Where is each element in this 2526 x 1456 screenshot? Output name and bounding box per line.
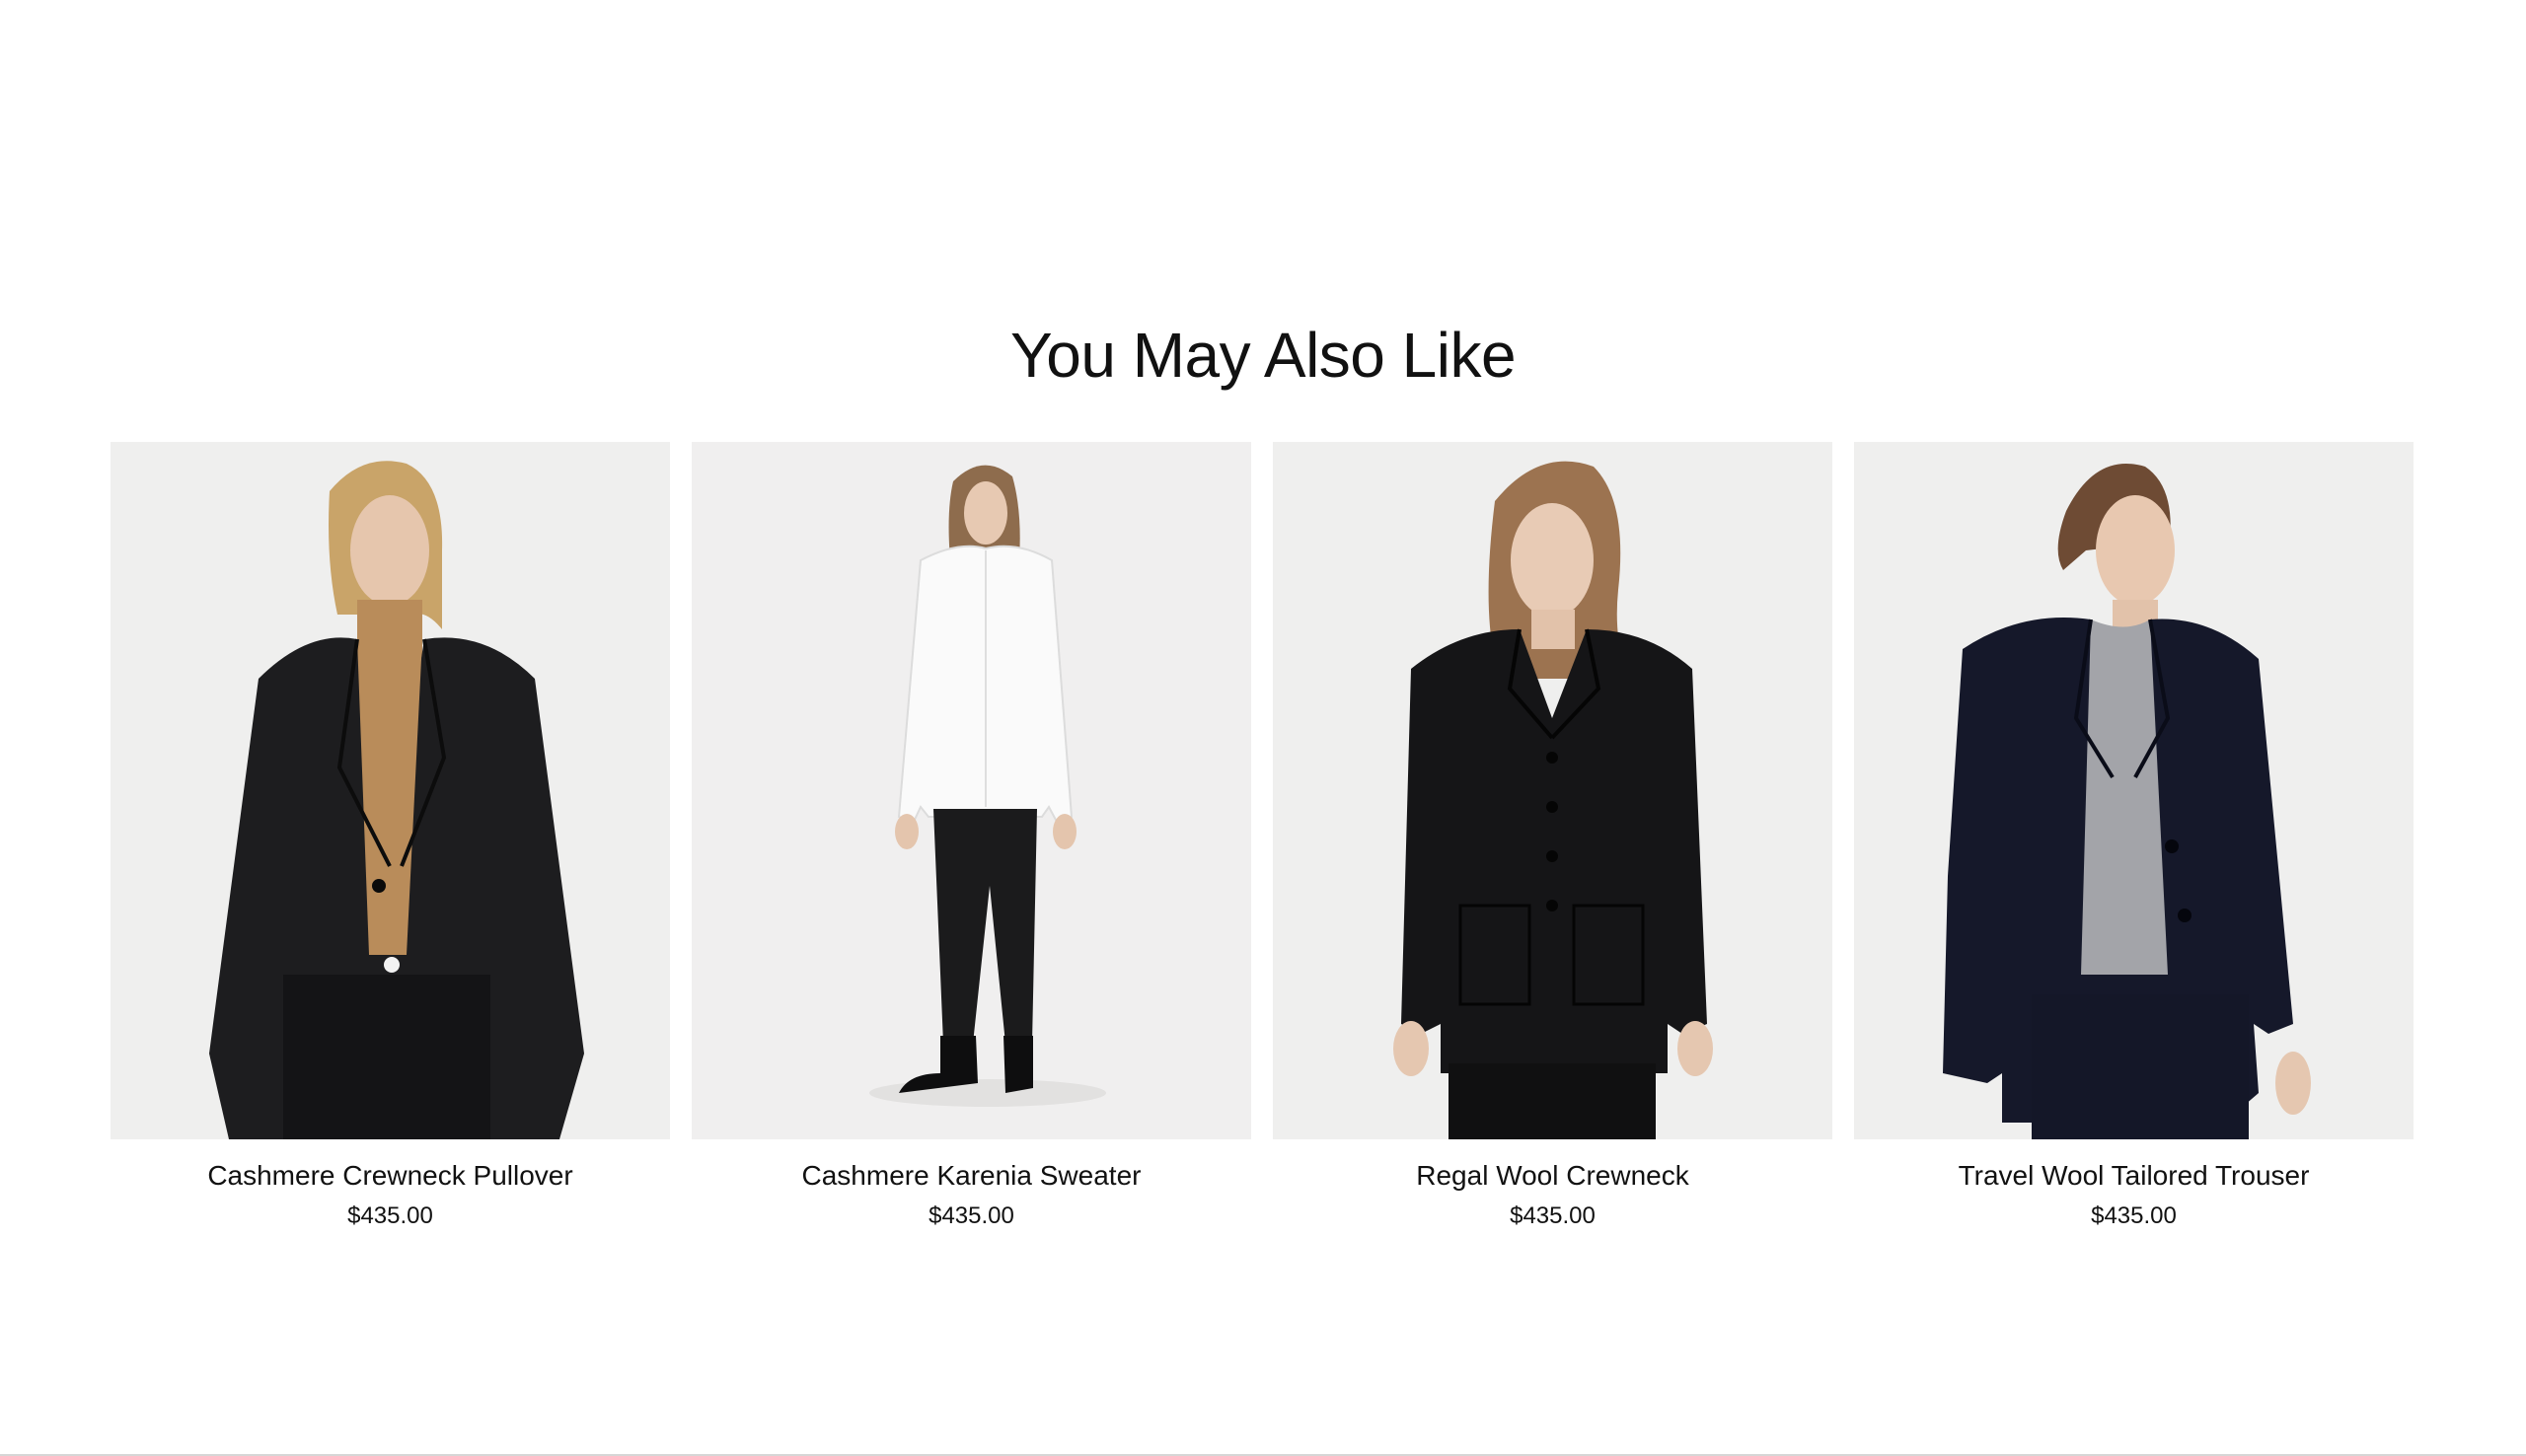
- product-image[interactable]: [692, 442, 1251, 1139]
- product-price: $435.00: [347, 1202, 433, 1229]
- product-image[interactable]: [111, 442, 670, 1139]
- product-card[interactable]: Cashmere Crewneck Pullover $435.00: [111, 442, 670, 1230]
- product-name[interactable]: Travel Wool Tailored Trouser: [1959, 1159, 2310, 1193]
- model-illustration: [692, 442, 1251, 1139]
- product-name[interactable]: Cashmere Crewneck Pullover: [207, 1159, 572, 1193]
- product-card[interactable]: Cashmere Karenia Sweater $435.00: [692, 442, 1251, 1230]
- product-image[interactable]: [1273, 442, 1832, 1139]
- section-title: You May Also Like: [1009, 320, 1517, 391]
- product-price: $435.00: [2091, 1202, 2177, 1229]
- model-illustration: [1273, 442, 1832, 1139]
- product-grid: Cashmere Crewneck Pullover $435.00 Cashm…: [111, 442, 2414, 1230]
- model-illustration: [111, 442, 670, 1139]
- product-price: $435.00: [929, 1202, 1014, 1229]
- product-price: $435.00: [1510, 1202, 1596, 1229]
- model-illustration: [1854, 442, 2414, 1139]
- product-card[interactable]: Regal Wool Crewneck $435.00: [1273, 442, 1832, 1230]
- product-image[interactable]: [1854, 442, 2414, 1139]
- product-card[interactable]: Travel Wool Tailored Trouser $435.00: [1854, 442, 2414, 1230]
- product-name[interactable]: Cashmere Karenia Sweater: [802, 1159, 1142, 1193]
- product-name[interactable]: Regal Wool Crewneck: [1416, 1159, 1689, 1193]
- recommendations-section: You May Also Like Cashmere Crewneck Pull…: [0, 0, 2526, 1456]
